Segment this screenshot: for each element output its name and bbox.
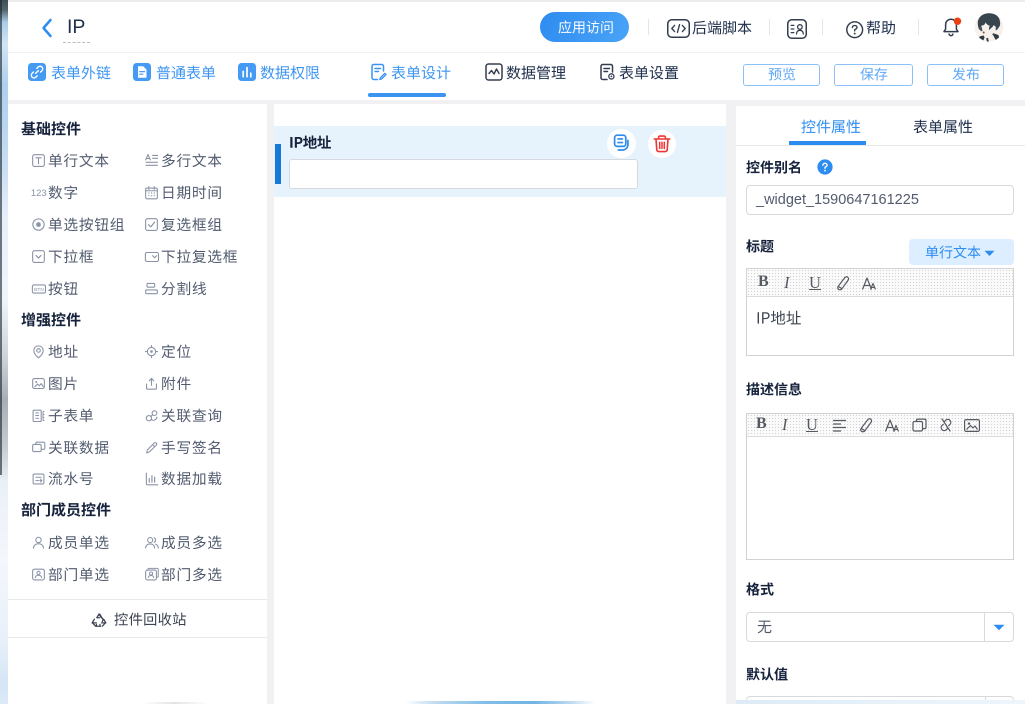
svg-text:BTN: BTN [34,286,44,292]
svg-text:123#8a93a6: 123#8a93a6 [31,188,47,199]
